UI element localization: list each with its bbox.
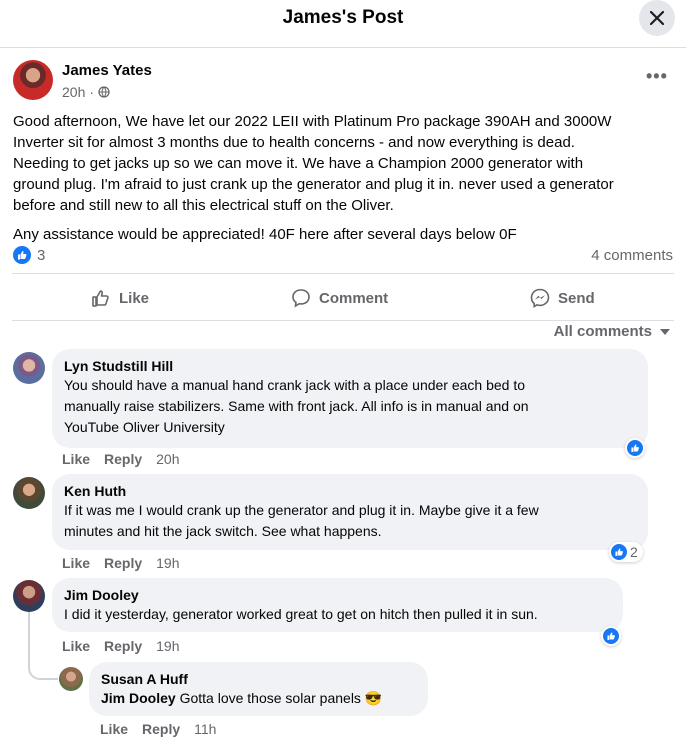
messenger-icon [530,288,550,308]
comment-reply-button[interactable]: Reply [104,555,142,571]
comment-filter-dropdown[interactable]: All comments [554,323,670,340]
reply-time[interactable]: 11h [194,721,216,737]
comment-time[interactable]: 19h [156,638,179,654]
comment-actions: Like Reply 19h [62,555,180,571]
post-body: Good afternoon, We have let our 2022 LEI… [13,113,614,214]
commenter-name[interactable]: Ken Huth [64,482,636,500]
commenter-avatar[interactable] [13,477,45,509]
comment-count[interactable]: 4 comments [591,247,673,264]
author-name[interactable]: James Yates [62,62,152,79]
like-button[interactable]: Like [91,288,149,308]
more-icon: ••• [646,66,668,86]
comment-reaction-badge[interactable]: 2 [609,542,643,562]
reply-avatar[interactable] [59,667,83,691]
comment-label: Comment [319,289,389,307]
comment-text: I did it yesterday, generator worked gre… [64,606,538,622]
send-button[interactable]: Send [530,288,595,308]
comment-actions: Like Reply 20h [62,451,180,467]
post-body-continued: Any assistance would be appreciated! 40F… [13,226,517,243]
like-reaction-icon [13,246,31,264]
reaction-summary[interactable]: 3 [13,246,45,264]
page-title: James's Post [282,7,404,28]
thumbs-up-icon [92,290,109,307]
like-reaction-icon [603,628,619,644]
comment-bubble: Ken Huth If it was me I would crank up t… [52,474,648,550]
comment-reaction-badge[interactable] [625,438,645,458]
like-reaction-icon [627,440,643,456]
reply-like-button[interactable]: Like [100,721,128,737]
more-options-button[interactable]: ••• [646,66,668,87]
comment-time[interactable]: 20h [156,451,179,467]
comment-reply-button[interactable]: Reply [104,638,142,654]
post-actions-bar: Like Comment Send [12,273,674,321]
comment-actions: Like Reply 19h [62,638,180,654]
commenter-avatar[interactable] [13,352,45,384]
reply-mention[interactable]: Jim Dooley [101,690,176,706]
comment-like-button[interactable]: Like [62,638,90,654]
close-icon [650,11,664,25]
reaction-count: 3 [37,246,46,264]
comment-bubble: Lyn Studstill Hill You should have a man… [52,349,648,448]
reply-text: Gotta love those solar panels 😎 [179,690,383,706]
reply-text-line: Jim Dooley Gotta love those solar panels… [101,688,416,709]
commenter-name[interactable]: Jim Dooley [64,586,611,604]
comment-text: If it was me I would crank up the genera… [64,502,539,539]
commenter-avatar[interactable] [13,580,45,612]
caret-down-icon [660,328,670,335]
send-label: Send [558,289,595,307]
like-reaction-icon [611,544,627,560]
reply-author-name[interactable]: Susan A Huff [101,670,416,688]
comment-reaction-count: 2 [630,544,638,560]
globe-icon [98,86,110,98]
comment-bubble: Jim Dooley I did it yesterday, generator… [52,578,623,632]
close-button[interactable] [639,0,675,36]
like-label: Like [119,289,150,307]
commenter-name[interactable]: Lyn Studstill Hill [64,357,636,375]
post-meta: 20h · [62,84,110,100]
comment-icon [292,289,310,308]
post-header: James's Post [0,0,686,48]
reply-bubble: Susan A Huff Jim Dooley Gotta love those… [89,662,428,716]
post-time[interactable]: 20h [62,84,85,100]
comment-filter-label: All comments [553,323,652,340]
comment-button[interactable]: Comment [291,288,388,308]
author-avatar[interactable] [13,60,53,100]
reply-actions: Like Reply 11h [100,721,216,737]
comment-text: You should have a manual hand crank jack… [64,377,529,435]
comment-reply-button[interactable]: Reply [104,451,142,467]
reply-thread-line [28,612,58,680]
comment-time[interactable]: 19h [156,555,179,571]
comment-like-button[interactable]: Like [62,451,90,467]
comment-like-button[interactable]: Like [62,555,90,571]
comment-reaction-badge[interactable] [601,626,621,646]
reply-reply-button[interactable]: Reply [142,721,180,737]
